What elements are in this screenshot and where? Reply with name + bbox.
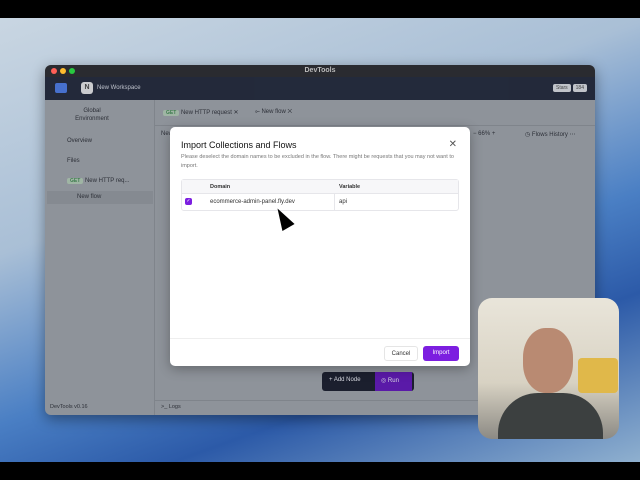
stars-count: 184 [572, 84, 587, 92]
import-dialog: Import Collections and Flows ✕ Please de… [170, 127, 470, 366]
canvas-action-bar: + Add Node ◎ Run [322, 372, 414, 391]
zoom-level: 66% [478, 131, 491, 137]
sidebar-item-overview[interactable]: Overview [67, 138, 92, 144]
close-icon[interactable]: ✕ [449, 139, 457, 150]
dialog-title: Import Collections and Flows [181, 140, 297, 150]
add-node-label: Add Node [333, 377, 361, 383]
devtools-logo-icon [55, 83, 67, 93]
zoom-controls[interactable]: − 66% + [473, 131, 495, 137]
version-label: DevTools v0.16 [50, 404, 88, 410]
person-face [523, 328, 573, 393]
workspace-avatar[interactable]: N [81, 82, 93, 94]
app-header: N New Workspace Stars 184 [45, 77, 595, 100]
table-row: ✓ ecommerce-admin-panel.fly.dev api [182, 194, 458, 211]
tab-label: New HTTP request [180, 110, 232, 116]
add-node-button[interactable]: + Add Node [329, 377, 361, 383]
title-bar: DevTools [45, 65, 595, 77]
dialog-footer: Cancel Import [170, 338, 470, 366]
tab-http-request[interactable]: GET New HTTP request ✕ [163, 109, 239, 116]
variable-input[interactable]: api [339, 199, 347, 205]
window-title: DevTools [304, 67, 336, 74]
run-button[interactable]: ◎ Run [375, 372, 412, 391]
column-variable: Variable [339, 184, 361, 190]
stars-label: Stars [552, 84, 571, 92]
tab-bar: GET New HTTP request ✕ ⟜ New flow ✕ [155, 100, 595, 126]
column-domain: Domain [210, 184, 231, 190]
table-header: Domain Variable [182, 180, 458, 194]
import-button[interactable]: Import [423, 346, 459, 361]
method-badge: GET [67, 178, 84, 184]
run-label: Run [387, 378, 399, 384]
background-chair [578, 358, 618, 393]
github-stars-button[interactable]: Stars 184 [552, 84, 587, 92]
domain-cell: ecommerce-admin-panel.fly.dev [210, 199, 295, 205]
method-badge: GET [163, 110, 180, 116]
person-body [498, 393, 603, 439]
domain-checkbox[interactable]: ✓ [185, 198, 192, 205]
dialog-description: Please deselect the domain names to be e… [181, 154, 454, 169]
logs-label: Logs [168, 404, 181, 410]
environment-selector[interactable]: Global Environment [67, 107, 117, 123]
cancel-button[interactable]: Cancel [384, 346, 418, 361]
item-label: New HTTP req... [84, 178, 130, 184]
workspace-name[interactable]: New Workspace [97, 85, 141, 91]
tab-label: New flow [261, 109, 286, 115]
sidebar: Global Environment Overview Files GET Ne… [45, 100, 155, 415]
tab-new-flow[interactable]: ⟜ New flow ✕ [255, 109, 292, 116]
sidebar-item-http-request[interactable]: GET New HTTP req... [67, 178, 130, 184]
sidebar-item-files[interactable]: Files [67, 158, 80, 164]
flows-history-button[interactable]: ◷ Flows History ⋯ [525, 131, 576, 138]
webcam-overlay [478, 298, 619, 439]
domain-table: Domain Variable ✓ ecommerce-admin-panel.… [181, 179, 459, 211]
sidebar-item-new-flow[interactable]: New flow [47, 191, 153, 204]
flows-history-label: Flows History [531, 132, 568, 138]
